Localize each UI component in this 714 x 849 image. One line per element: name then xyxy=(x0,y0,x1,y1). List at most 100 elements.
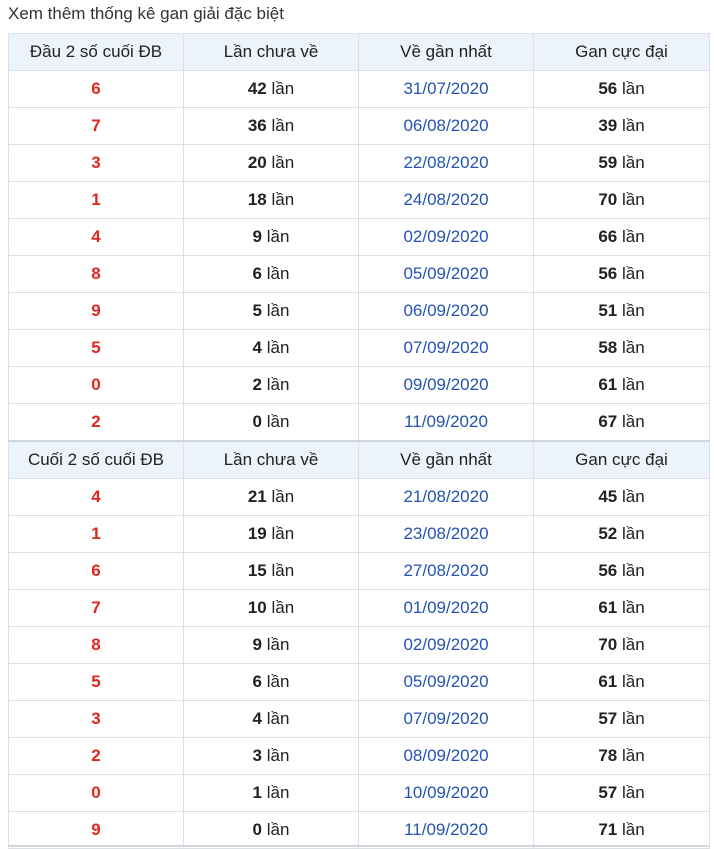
digit-cell: 3 xyxy=(8,144,184,182)
table-row: 56 lần 05/09/2020 61 lần xyxy=(8,663,710,701)
last-date-cell: 05/09/2020 xyxy=(358,255,534,293)
max-value: 57 xyxy=(598,783,618,802)
count-value: 1 xyxy=(252,783,263,802)
last-date-cell: 23/08/2020 xyxy=(358,515,534,553)
table-row: 49 lần 02/09/2020 66 lần xyxy=(8,218,710,256)
max-value: 45 xyxy=(598,487,618,506)
count-value: 9 xyxy=(252,227,263,246)
digit-cell: 6 xyxy=(8,70,184,108)
unit-label: lần xyxy=(271,190,295,209)
count-value: 9 xyxy=(252,635,263,654)
tail_table-header-row: Cuối 2 số cuối ĐB Lần chưa về Về gần nhất G… xyxy=(8,440,710,479)
table-row: 34 lần 07/09/2020 57 lần xyxy=(8,700,710,738)
max-gan-cell: 71 lần xyxy=(533,811,710,849)
last-date-cell: 06/09/2020 xyxy=(358,292,534,330)
max-value: 67 xyxy=(598,412,618,431)
count-cell: 2 lần xyxy=(183,366,359,404)
unit-label: lần xyxy=(271,487,295,506)
digit-cell: 1 xyxy=(8,181,184,219)
max-value: 58 xyxy=(598,338,618,357)
table-row: 7 10 lần 01/09/2020 61 lần xyxy=(8,589,710,627)
count-cell: 15 lần xyxy=(183,552,359,590)
last-date-cell: 24/08/2020 xyxy=(358,181,534,219)
count-value: 6 xyxy=(252,264,263,283)
count-value: 10 xyxy=(247,598,267,617)
more-stats-link[interactable]: Xem thêm thống kê gan giải đặc biệt xyxy=(8,3,284,25)
max-gan-cell: 56 lần xyxy=(533,255,710,293)
max-gan-cell: 59 lần xyxy=(533,144,710,182)
unit-label: lần xyxy=(621,524,645,543)
unit-label: lần xyxy=(621,635,645,654)
unit-label: lần xyxy=(266,635,290,654)
count-cell: 0 lần xyxy=(183,811,359,849)
max-gan-cell: 52 lần xyxy=(533,515,710,553)
table-row: 6 42 lần 31/07/2020 56 lần xyxy=(8,70,710,108)
date-header: Về gần nhất xyxy=(358,33,534,71)
count-cell: 1 lần xyxy=(183,774,359,812)
count-cell: 18 lần xyxy=(183,181,359,219)
digit-cell: 8 xyxy=(8,255,184,293)
max-gan-cell: 45 lần xyxy=(533,478,710,516)
last-date-cell: 31/07/2020 xyxy=(358,70,534,108)
count-value: 4 xyxy=(252,338,263,357)
max-value: 56 xyxy=(598,79,618,98)
count-value: 3 xyxy=(252,746,263,765)
max-value: 71 xyxy=(598,820,618,839)
table-row: 1 19 lần 23/08/2020 52 lần xyxy=(8,515,710,553)
last-date-cell: 22/08/2020 xyxy=(358,144,534,182)
count-header: Lần chưa về xyxy=(183,440,359,479)
max-header: Gan cực đại xyxy=(533,440,710,479)
max-gan-cell: 67 lần xyxy=(533,403,710,442)
table-row: 1 18 lần 24/08/2020 70 lần xyxy=(8,181,710,219)
table-row: 3 20 lần 22/08/2020 59 lần xyxy=(8,144,710,182)
max-value: 52 xyxy=(598,524,618,543)
count-cell: 4 lần xyxy=(183,700,359,738)
digit-cell: 2 xyxy=(8,403,184,442)
max-value: 51 xyxy=(598,301,618,320)
max-value: 61 xyxy=(598,598,618,617)
table-row: 95 lần 06/09/2020 51 lần xyxy=(8,292,710,330)
unit-label: lần xyxy=(621,783,645,802)
last-date-cell: 09/09/2020 xyxy=(358,366,534,404)
count-cell: 0 lần xyxy=(183,403,359,442)
digit-cell: 3 xyxy=(8,700,184,738)
unit-label: lần xyxy=(621,709,645,728)
last-date-cell: 02/09/2020 xyxy=(358,626,534,664)
last-date-cell: 21/08/2020 xyxy=(358,478,534,516)
digit-cell: 7 xyxy=(8,589,184,627)
last-date-cell: 06/08/2020 xyxy=(358,107,534,145)
max-value: 70 xyxy=(598,635,618,654)
digit-cell: 9 xyxy=(8,292,184,330)
last-date-cell: 11/09/2020 xyxy=(358,811,534,849)
unit-label: lần xyxy=(621,338,645,357)
unit-label: lần xyxy=(271,598,295,617)
unit-label: lần xyxy=(266,820,290,839)
digit-cell: 0 xyxy=(8,774,184,812)
max-gan-cell: 56 lần xyxy=(533,70,710,108)
max-gan-cell: 39 lần xyxy=(533,107,710,145)
unit-label: lần xyxy=(621,487,645,506)
unit-label: lần xyxy=(621,820,645,839)
table-row: 6 15 lần 27/08/2020 56 lần xyxy=(8,552,710,590)
unit-label: lần xyxy=(266,301,290,320)
count-value: 4 xyxy=(252,709,263,728)
unit-label: lần xyxy=(266,672,290,691)
max-value: 78 xyxy=(598,746,618,765)
unit-label: lần xyxy=(271,79,295,98)
max-gan-cell: 61 lần xyxy=(533,589,710,627)
head_table-header-row: Đầu 2 số cuối ĐB Lần chưa về Về gần nhất Ga… xyxy=(8,33,710,71)
digit-cell: 7 xyxy=(8,107,184,145)
count-value: 18 xyxy=(247,190,267,209)
unit-label: lần xyxy=(266,227,290,246)
unit-label: lần xyxy=(271,116,295,135)
unit-label: lần xyxy=(266,264,290,283)
count-value: 0 xyxy=(252,820,263,839)
max-gan-cell: 78 lần xyxy=(533,737,710,775)
digit-header: Đầu 2 số cuối ĐB xyxy=(8,33,184,71)
max-value: 56 xyxy=(598,561,618,580)
digit-header: Cuối 2 số cuối ĐB xyxy=(8,440,184,479)
max-gan-cell: 57 lần xyxy=(533,700,710,738)
count-cell: 6 lần xyxy=(183,255,359,293)
unit-label: lần xyxy=(266,412,290,431)
count-value: 20 xyxy=(247,153,267,172)
